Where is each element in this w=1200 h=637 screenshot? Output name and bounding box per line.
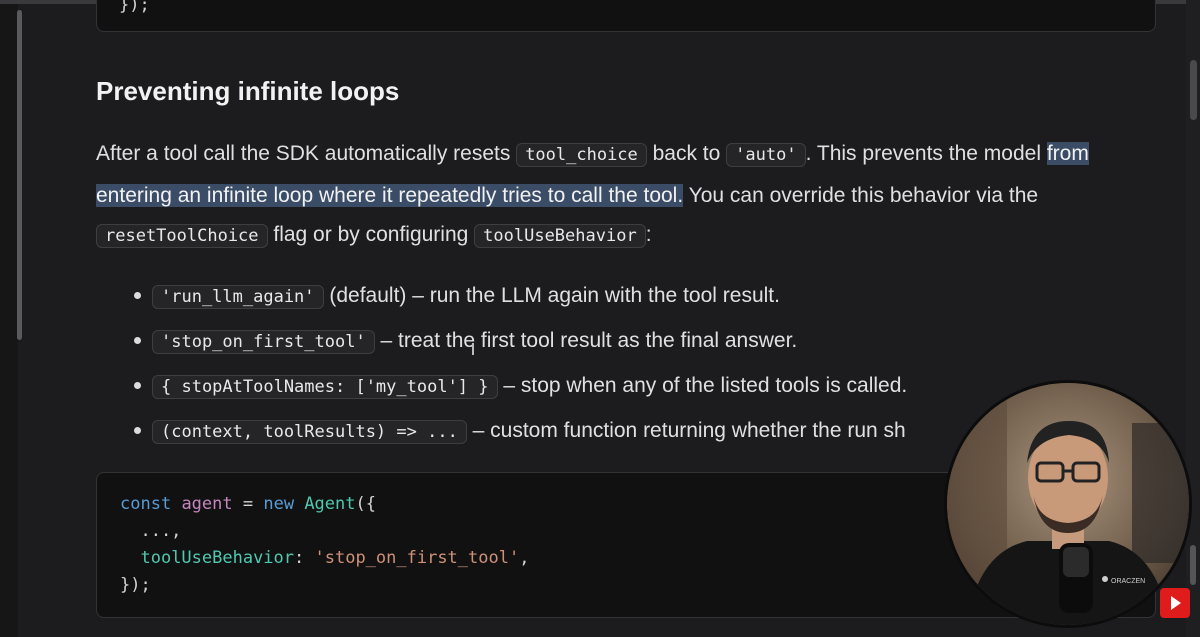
section-heading: Preventing infinite loops [96, 76, 400, 106]
explanation-paragraph: After a tool call the SDK automatically … [96, 134, 1166, 257]
text-cursor-icon [472, 343, 474, 355]
previous-code-block: }); [96, 0, 1156, 32]
code-tool-choice: tool_choice [516, 143, 647, 167]
bullet-icon [134, 382, 141, 389]
page-scrollbar-thumb[interactable] [1190, 60, 1197, 120]
code-content: const agent = new Agent({ ..., toolUseBe… [120, 494, 530, 595]
shirt-logo-text: ORACZEN [1111, 578, 1145, 585]
para-text-4: You can override this behavior via the [683, 183, 1039, 207]
option-code: { stopAtToolNames: ['my_tool'] } [152, 375, 498, 399]
sidebar-track [0, 4, 18, 637]
para-text-3: . This prevents the model [805, 142, 1047, 165]
option-text: – treat the first tool result as the fin… [374, 329, 798, 352]
bullet-icon [134, 337, 141, 344]
code-auto: 'auto' [726, 143, 806, 167]
youtube-subscribe-icon[interactable] [1160, 588, 1190, 618]
page-scrollbar-track [1186, 0, 1200, 637]
option-text: (default) – run the LLM again with the t… [323, 284, 780, 307]
bullet-icon [134, 292, 141, 299]
para-text-1: After a tool call the SDK automatically … [96, 142, 517, 165]
para-text-6: : [645, 223, 652, 246]
sidebar-scrollbar[interactable] [17, 10, 22, 340]
option-code: 'stop_on_first_tool' [152, 330, 375, 354]
list-item: (context, toolResults) => ... – custom f… [96, 411, 907, 456]
list-item: 'stop_on_first_tool' – treat the first t… [96, 321, 907, 366]
option-code: (context, toolResults) => ... [152, 420, 467, 444]
code-tool-use-behavior: toolUseBehavior [474, 224, 646, 248]
previous-code-line: }); [119, 0, 150, 15]
option-text: – stop when any of the listed tools is c… [497, 374, 908, 397]
para-text-2: back to [646, 142, 727, 165]
list-item: { stopAtToolNames: ['my_tool'] } – stop … [96, 366, 907, 411]
bullet-icon [134, 427, 141, 434]
para-text-5: flag or by configuring [267, 223, 475, 246]
page-scrollbar-indicator [1190, 545, 1196, 585]
presenter-webcam-overlay: ORACZEN [944, 380, 1192, 628]
list-item: 'run_llm_again' (default) – run the LLM … [96, 276, 907, 321]
option-text: – custom function returning whether the … [466, 419, 906, 442]
code-reset-tool-choice: resetToolChoice [96, 224, 268, 248]
option-code: 'run_llm_again' [152, 285, 324, 309]
presenter-video-frame: ORACZEN [947, 383, 1189, 625]
behavior-options-list: 'run_llm_again' (default) – run the LLM … [96, 276, 907, 456]
